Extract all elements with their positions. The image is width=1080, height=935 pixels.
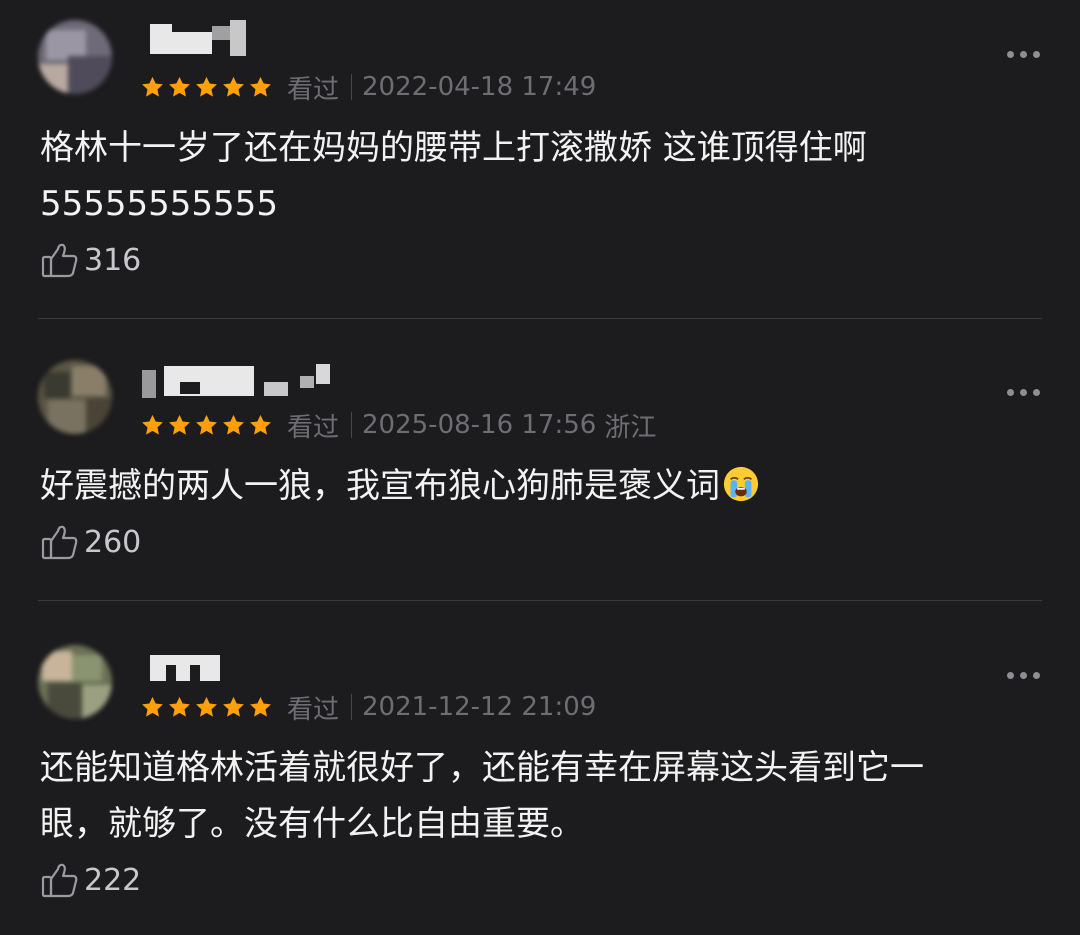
star-icon <box>196 414 217 435</box>
star-icon <box>169 414 190 435</box>
avatar[interactable] <box>38 645 112 719</box>
comment-meta: 看过 2025-08-16 17:56 浙江 <box>140 407 656 443</box>
star-icon <box>142 696 163 717</box>
comment-meta: 看过 2022-04-18 17:49 <box>140 69 596 105</box>
more-dots-icon[interactable] <box>1007 389 1040 396</box>
thumbs-up-icon <box>41 243 78 278</box>
rating-stars <box>140 695 273 720</box>
comment-text-line: 眼，就够了。没有什么比自由重要。 <box>40 804 584 844</box>
like-button[interactable]: 222 <box>40 860 141 900</box>
like-count: 316 <box>84 242 142 278</box>
meta-separator <box>351 412 353 438</box>
watch-status: 看过 <box>287 74 340 105</box>
comment-region: 浙江 <box>604 412 657 443</box>
username-redacted[interactable] <box>140 645 340 685</box>
star-icon <box>223 414 244 435</box>
star-icon <box>223 696 244 717</box>
star-icon <box>142 414 163 435</box>
comment-text: 格林十一岁了还在妈妈的腰带上打滚撒娇 这谁顶得住啊 55555555555 <box>40 120 1030 232</box>
comment-text-line: 还能知道格林活着就很好了，还能有幸在屏幕这头看到它一 <box>40 748 924 788</box>
meta-separator <box>351 694 353 720</box>
comment-meta: 看过 2021-12-12 21:09 <box>140 689 596 725</box>
meta-separator <box>351 74 353 100</box>
comment-text-line: 好震撼的两人一狼，我宣布狼心狗肺是褒义词 <box>40 466 720 506</box>
crying-face-emoji <box>723 466 759 502</box>
more-dots-icon[interactable] <box>1007 51 1040 58</box>
like-count: 222 <box>84 862 142 898</box>
star-icon <box>142 76 163 97</box>
username-redacted[interactable] <box>140 362 340 402</box>
star-icon <box>169 76 190 97</box>
thumbs-up-icon <box>41 525 78 560</box>
avatar[interactable] <box>38 360 112 434</box>
like-button[interactable]: 316 <box>40 240 141 280</box>
watch-status: 看过 <box>287 694 340 725</box>
star-icon <box>250 696 271 717</box>
divider <box>38 600 1042 601</box>
avatar[interactable] <box>38 20 112 94</box>
star-icon <box>196 76 217 97</box>
star-icon <box>223 76 244 97</box>
like-count: 260 <box>84 524 142 560</box>
star-icon <box>169 696 190 717</box>
star-icon <box>250 414 271 435</box>
divider <box>38 318 1042 319</box>
thumbs-up-icon <box>41 863 78 898</box>
comment-text: 好震撼的两人一狼，我宣布狼心狗肺是褒义词 <box>40 458 1030 514</box>
star-icon <box>196 696 217 717</box>
comment-text-line: 55555555555 <box>40 184 278 224</box>
more-dots-icon[interactable] <box>1007 672 1040 679</box>
rating-stars <box>140 413 273 438</box>
comment-date: 2025-08-16 17:56 <box>362 410 597 440</box>
rating-stars <box>140 75 273 100</box>
star-icon <box>250 76 271 97</box>
comment-text-line: 格林十一岁了还在妈妈的腰带上打滚撒娇 这谁顶得住啊 <box>40 128 867 168</box>
watch-status: 看过 <box>287 412 340 443</box>
like-button[interactable]: 260 <box>40 522 141 562</box>
comment-date: 2022-04-18 17:49 <box>362 72 597 102</box>
comment-date: 2021-12-12 21:09 <box>362 692 597 722</box>
username-redacted[interactable] <box>140 20 340 60</box>
comment-text: 还能知道格林活着就很好了，还能有幸在屏幕这头看到它一 眼，就够了。没有什么比自由… <box>40 740 1030 852</box>
